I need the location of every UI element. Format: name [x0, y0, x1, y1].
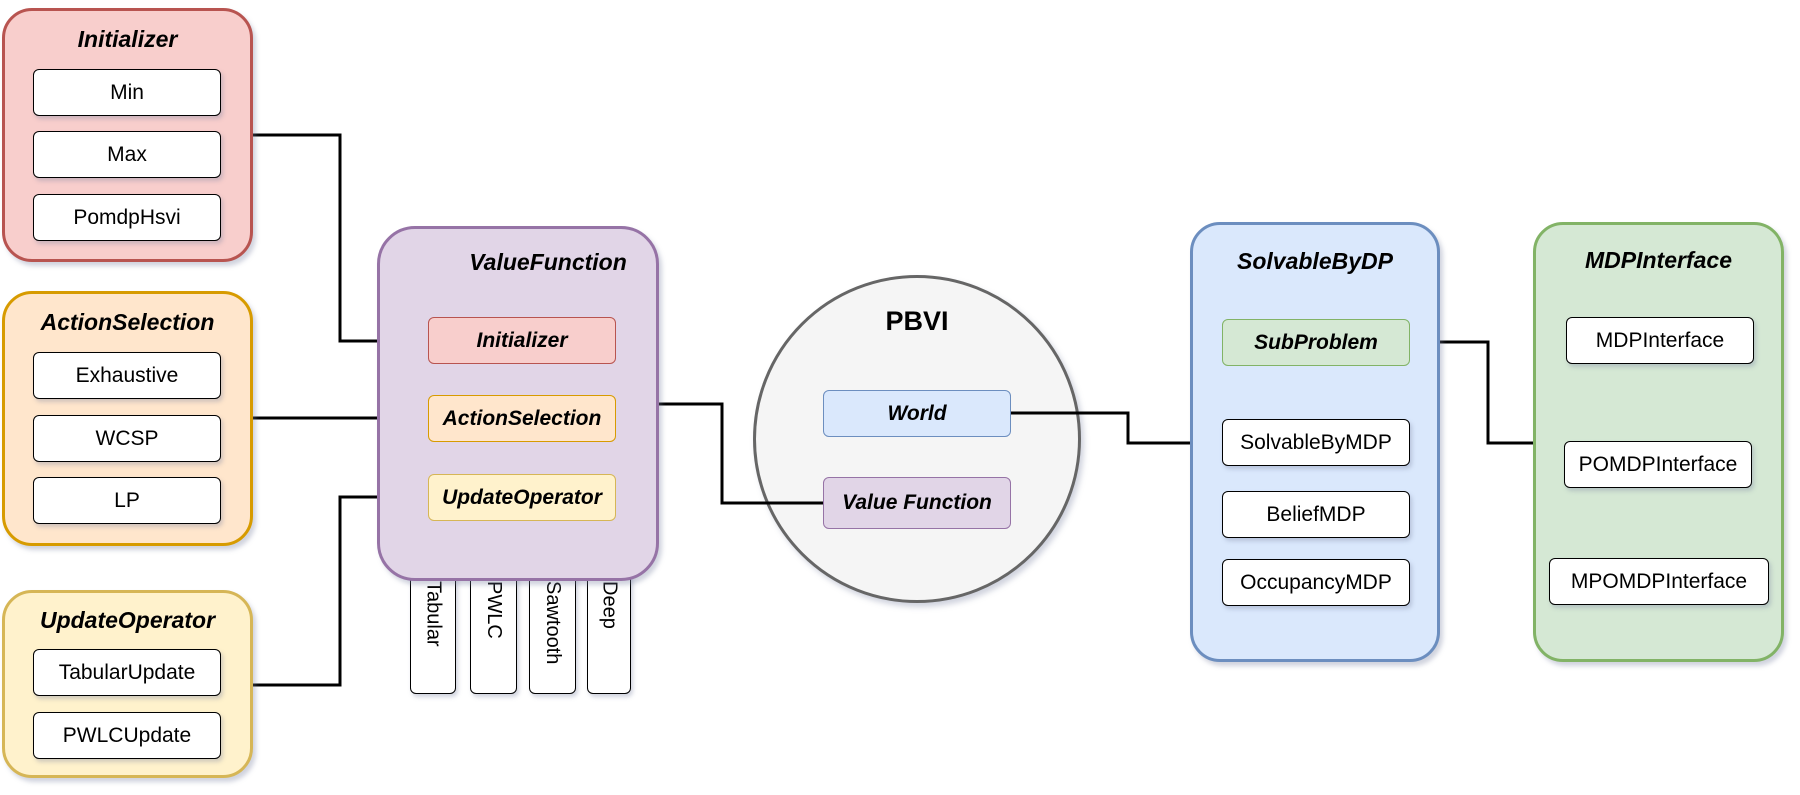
initializer-group-title: Initializer	[77, 26, 178, 52]
initializer-item-min[interactable]: Min	[33, 69, 221, 116]
action-selection-item-lp[interactable]: LP	[33, 477, 221, 524]
value-function-tab-sawtooth[interactable]: Sawtooth	[529, 570, 576, 694]
solvable-by-dp-slot-subproblem[interactable]: SubProblem	[1222, 319, 1410, 366]
solvable-by-dp-item-solvablebymdp[interactable]: SolvableByMDP	[1222, 419, 1410, 466]
update-operator-item-tabularupdate[interactable]: TabularUpdate	[33, 649, 221, 696]
pbvi-slot-world[interactable]: World	[823, 390, 1011, 437]
solvable-by-dp-item-beliefmdp[interactable]: BeliefMDP	[1222, 491, 1410, 538]
value-function-slot-update-operator[interactable]: UpdateOperator	[428, 474, 616, 521]
mdp-interface-item-mdpinterface[interactable]: MDPInterface	[1566, 317, 1754, 364]
action-selection-group-title: ActionSelection	[40, 309, 215, 335]
pbvi-title: PBVI	[885, 306, 949, 336]
value-function-slot-action-selection[interactable]: ActionSelection	[428, 395, 616, 442]
initializer-item-max[interactable]: Max	[33, 131, 221, 178]
update-operator-group-title: UpdateOperator	[39, 607, 216, 633]
initializer-item-pomdphsvi[interactable]: PomdpHsvi	[33, 194, 221, 241]
solvable-by-dp-item-occupancymdp[interactable]: OccupancyMDP	[1222, 559, 1410, 606]
mdp-interface-item-mpomdpinterface[interactable]: MPOMDPInterface	[1549, 558, 1769, 605]
value-function-tab-tabular[interactable]: Tabular	[410, 570, 456, 694]
pbvi-slot-value-function[interactable]: Value Function	[823, 477, 1011, 529]
mdp-interface-group-title: MDPInterface	[1585, 247, 1732, 273]
solvable-by-dp-group-title: SolvableByDP	[1237, 248, 1393, 274]
update-operator-item-pwlcupdate[interactable]: PWLCUpdate	[33, 712, 221, 759]
action-selection-item-exhaustive[interactable]: Exhaustive	[33, 352, 221, 399]
value-function-tab-pwlc[interactable]: PWLC	[470, 570, 517, 694]
value-function-group-title: ValueFunction	[469, 249, 627, 275]
action-selection-item-wcsp[interactable]: WCSP	[33, 415, 221, 462]
value-function-tab-deep[interactable]: Deep	[587, 570, 631, 694]
value-function-slot-initializer[interactable]: Initializer	[428, 317, 616, 364]
mdp-interface-item-pomdpinterface[interactable]: POMDPInterface	[1564, 441, 1752, 488]
